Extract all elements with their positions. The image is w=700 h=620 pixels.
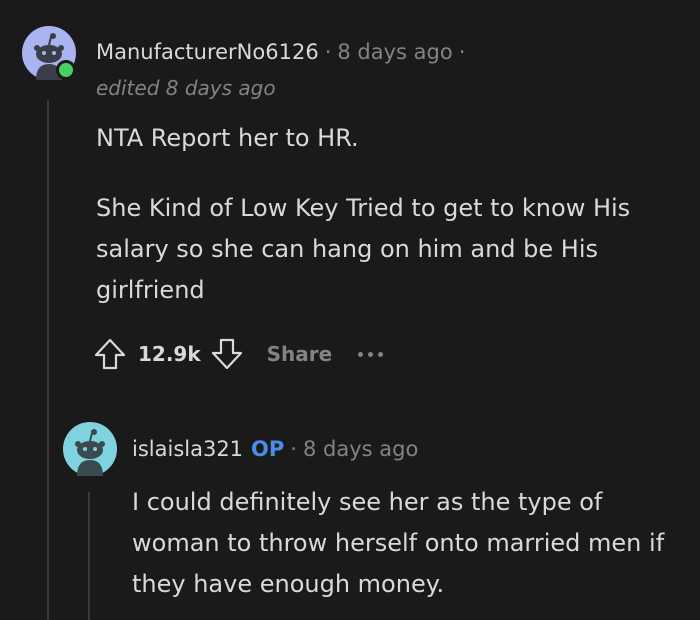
upvote-button[interactable] xyxy=(90,334,130,374)
comment-actions: 12.9k Share xyxy=(90,334,384,374)
edited-label: edited 8 days ago xyxy=(96,76,276,100)
vote-count: 12.9k xyxy=(138,342,201,366)
separator: · xyxy=(324,40,332,64)
user-avatar[interactable] xyxy=(63,422,117,476)
comment-paragraph: NTA Report her to HR. xyxy=(96,124,359,152)
downvote-button[interactable] xyxy=(207,334,247,374)
comment-meta: ManufacturerNo6126 · 8 days ago · xyxy=(96,40,471,64)
downvote-arrow-icon xyxy=(211,338,242,370)
snoo-avatar-icon xyxy=(63,422,117,476)
separator: · xyxy=(290,437,297,461)
reply-paragraph: I could definitely see her as the type o… xyxy=(132,488,665,598)
separator: · xyxy=(458,40,466,64)
timestamp[interactable]: 8 days ago xyxy=(303,437,418,461)
timestamp[interactable]: 8 days ago xyxy=(337,40,452,64)
username-link[interactable]: ManufacturerNo6126 xyxy=(96,40,319,64)
thread-line[interactable] xyxy=(88,492,90,620)
comment-paragraph: She Kind of Low Key Tried to get to know… xyxy=(96,194,631,304)
thread-line[interactable] xyxy=(47,100,49,620)
op-badge: OP xyxy=(251,437,285,461)
upvote-arrow-icon xyxy=(94,338,126,370)
online-status-indicator xyxy=(56,60,76,80)
share-button[interactable]: Share xyxy=(267,342,333,366)
username-link[interactable]: islaisla321 xyxy=(132,437,243,461)
reply-meta: islaisla321 OP · 8 days ago xyxy=(132,437,418,461)
more-options-icon[interactable] xyxy=(358,351,384,357)
